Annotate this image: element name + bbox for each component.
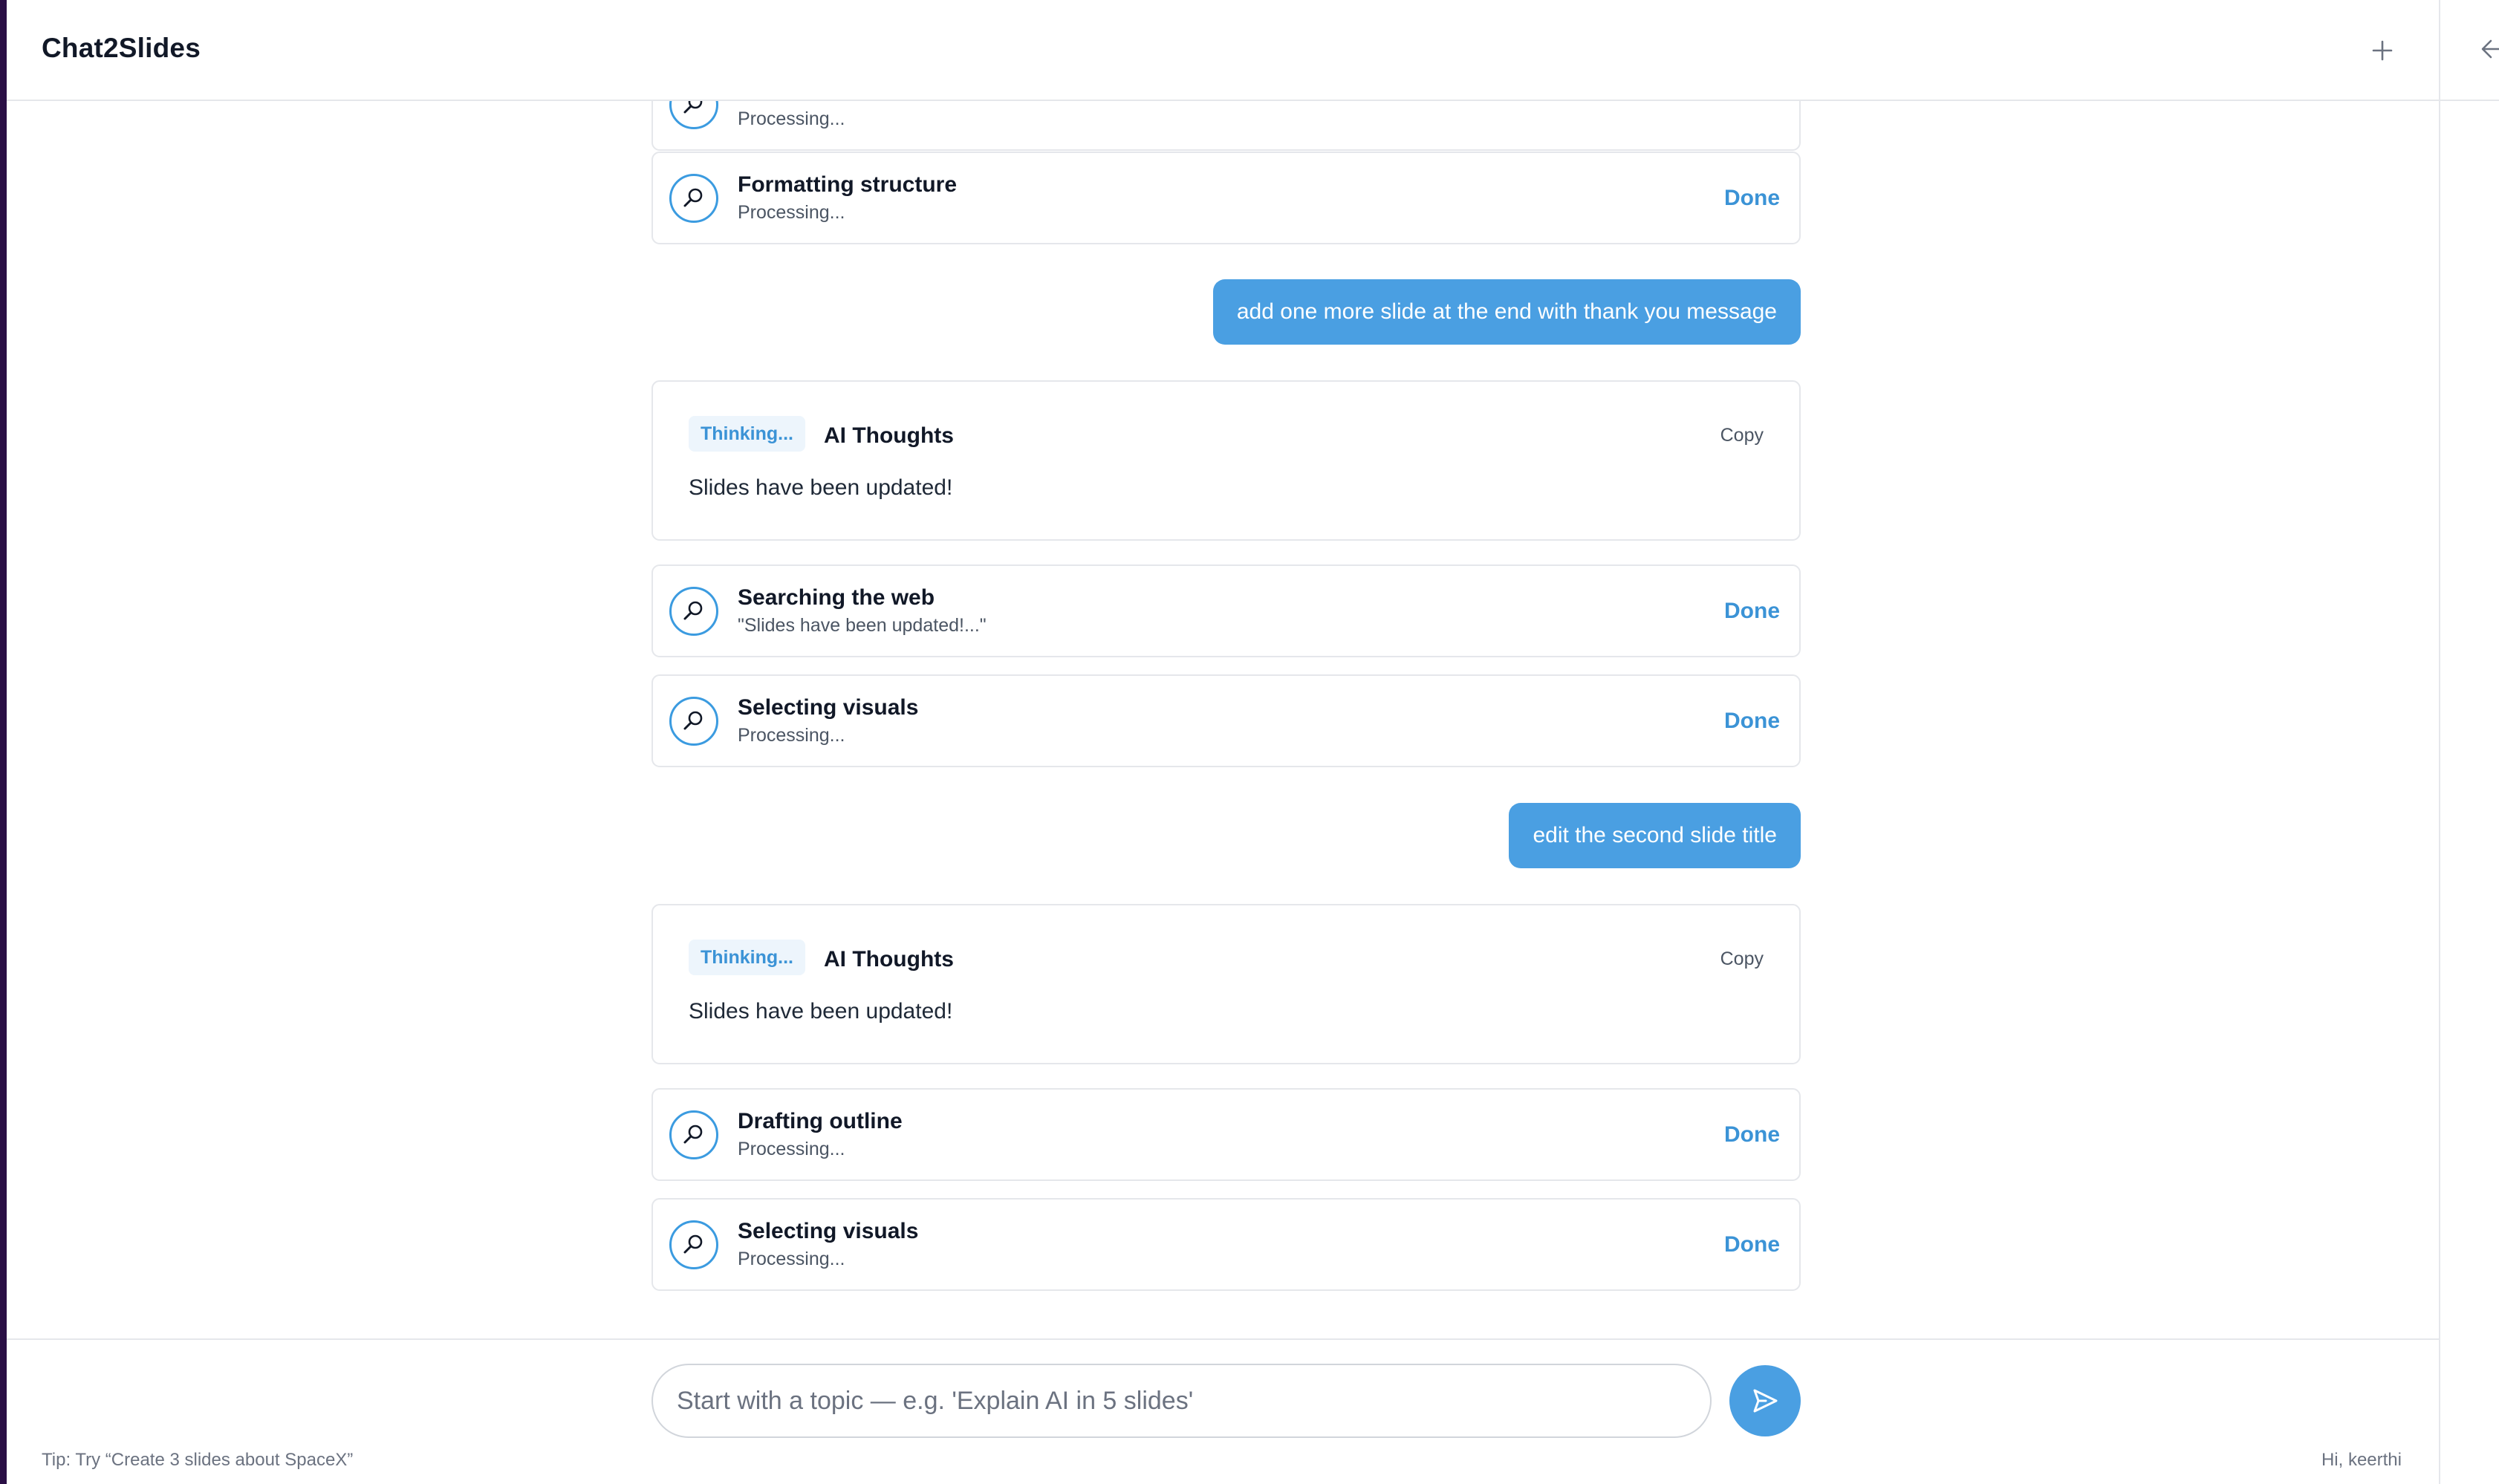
new-chat-button[interactable] (2365, 33, 2400, 68)
right-panel (2439, 0, 2499, 1484)
thinking-badge: Thinking... (689, 940, 805, 975)
prompt-input[interactable] (677, 1365, 1687, 1436)
step-status: Done (1724, 186, 1780, 210)
step-card: Searching the web "Slides have been upda… (651, 564, 1801, 657)
composer-bar: Tip: Try “Create 3 slides about SpaceX” … (7, 1338, 2439, 1484)
step-title: Formatting structure (738, 172, 958, 197)
ai-thoughts-body: Slides have been updated! (689, 999, 953, 1023)
copy-button[interactable]: Copy (1720, 948, 1764, 970)
user-greeting: Hi, keerthi (2321, 1450, 2402, 1470)
chat-thread[interactable]: Processing... Formatting structure Proce… (7, 101, 2439, 1338)
top-header: Chat2Slides (7, 0, 2439, 101)
prompt-input-wrapper[interactable] (651, 1364, 1712, 1438)
copy-button[interactable]: Copy (1720, 425, 1764, 446)
step-subtitle: Processing... (738, 202, 845, 223)
ai-thoughts-label: AI Thoughts (824, 947, 954, 972)
step-status: Done (1724, 1122, 1780, 1147)
magnifier-icon (669, 1220, 718, 1269)
plus-icon (2372, 40, 2393, 61)
step-title: Selecting visuals (738, 695, 919, 720)
send-button[interactable] (1729, 1365, 1801, 1436)
step-card: Selecting visuals Processing... Done (651, 674, 1801, 767)
step-subtitle: Processing... (738, 1249, 845, 1269)
send-icon (1753, 1389, 1778, 1413)
left-window-edge (0, 0, 7, 1484)
magnifier-icon (669, 587, 718, 636)
tip-text: Tip: Try “Create 3 slides about SpaceX” (42, 1450, 354, 1470)
thinking-badge: Thinking... (689, 416, 805, 452)
magnifier-icon (669, 101, 718, 129)
step-card: Drafting outline Processing... Done (651, 1088, 1801, 1181)
right-panel-header (2440, 0, 2499, 101)
step-subtitle: "Slides have been updated!..." (738, 615, 987, 636)
step-status: Done (1724, 709, 1780, 733)
step-subtitle: Processing... (738, 725, 845, 746)
step-title: Searching the web (738, 585, 935, 610)
magnifier-icon (669, 697, 718, 746)
magnifier-icon (669, 174, 718, 223)
ai-thoughts-card: Thinking... AI Thoughts Copy Slides have… (651, 904, 1801, 1064)
magnifier-icon (669, 1110, 718, 1159)
ai-thoughts-label: AI Thoughts (824, 423, 954, 448)
step-subtitle: Processing... (738, 108, 845, 129)
arrow-left-icon (2481, 39, 2499, 59)
step-card: Formatting structure Processing... Done (651, 152, 1801, 244)
user-message: add one more slide at the end with thank… (1212, 279, 1801, 345)
app-title: Chat2Slides (42, 33, 201, 63)
ai-thoughts-card: Thinking... AI Thoughts Copy Slides have… (651, 380, 1801, 541)
step-subtitle: Processing... (738, 1139, 845, 1159)
step-status: Done (1724, 599, 1780, 623)
ai-thoughts-body: Slides have been updated! (689, 475, 953, 500)
collapse-panel-button[interactable] (2477, 31, 2499, 67)
step-title: Drafting outline (738, 1109, 903, 1133)
step-card-partial: Processing... (651, 101, 1801, 151)
user-message: edit the second slide title (1509, 803, 1801, 868)
step-card: Selecting visuals Processing... Done (651, 1198, 1801, 1291)
step-title: Selecting visuals (738, 1219, 919, 1243)
step-status: Done (1724, 1232, 1780, 1257)
app-main: Chat2Slides Processing... Formatting str… (7, 0, 2439, 1484)
